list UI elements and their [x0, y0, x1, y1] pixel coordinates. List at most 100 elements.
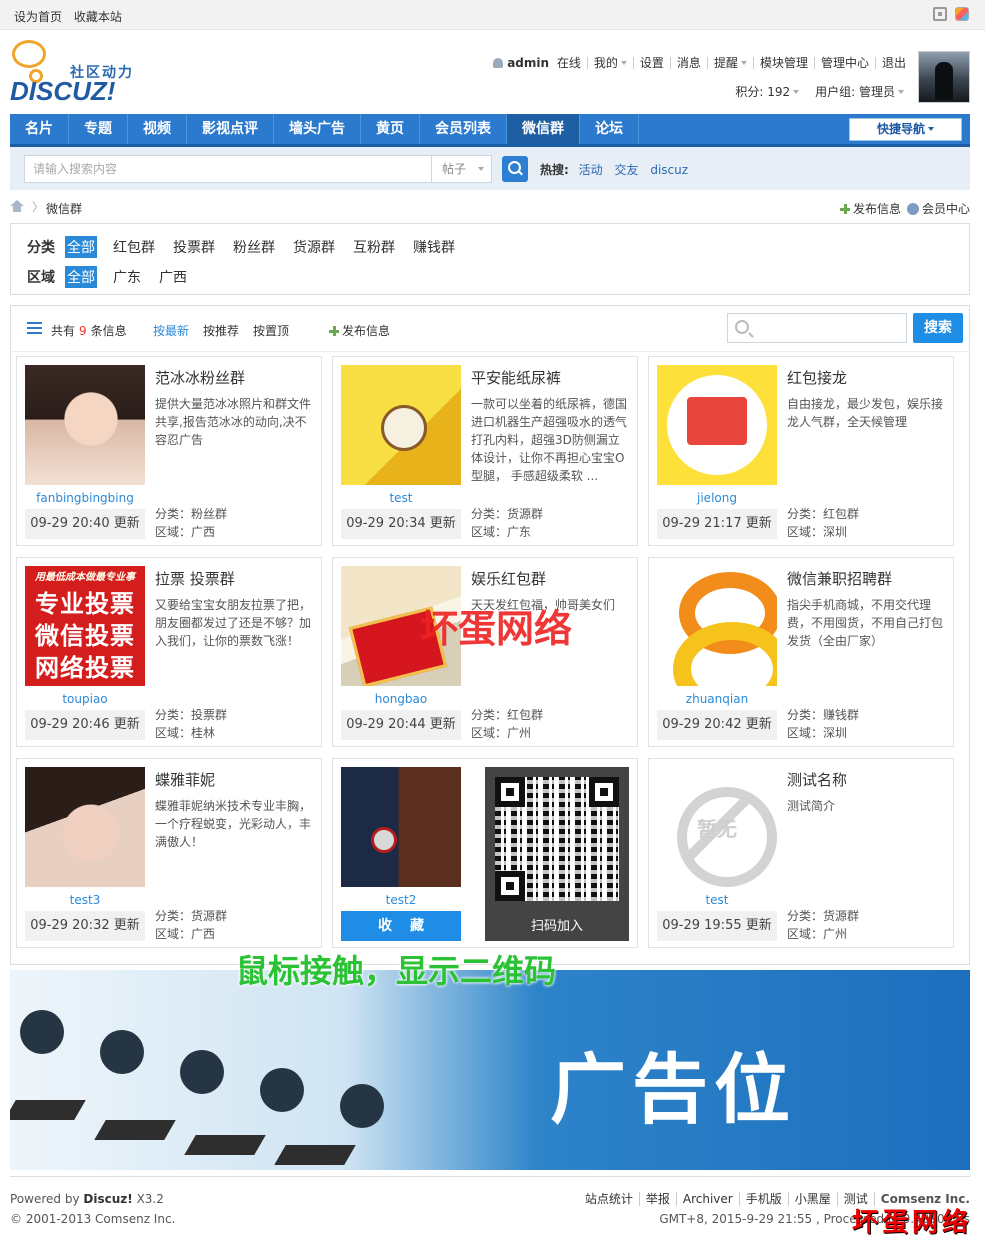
menu-admin-center[interactable]: 管理中心	[813, 57, 875, 69]
group-owner[interactable]: zhuanqian	[657, 692, 777, 706]
group-card[interactable]: 平安能纸尿裤 一款可以坐着的纸尿裤，德国进口机器生产超强吸水的透气打孔内料，超强…	[332, 356, 638, 546]
home-icon[interactable]	[10, 200, 24, 212]
plus-icon	[329, 326, 339, 336]
category-option[interactable]: 赚钱群	[413, 237, 455, 257]
group-owner[interactable]: test3	[25, 893, 145, 907]
site-logo[interactable]: 社区动力 DISCUZ!	[10, 40, 150, 108]
group-owner[interactable]: jielong	[657, 491, 777, 505]
region-option-all[interactable]: 全部	[65, 266, 97, 288]
category-option[interactable]: 投票群	[173, 237, 215, 257]
group-category: 分类：投票群	[155, 708, 228, 722]
nav-item-topic[interactable]: 专题	[69, 114, 128, 144]
listing-search-button[interactable]: 搜索	[913, 313, 963, 343]
group-title[interactable]: 娱乐红包群	[471, 568, 546, 589]
menu-reminders[interactable]: 提醒	[706, 57, 753, 69]
group-thumbnail[interactable]: 暂无	[657, 767, 777, 887]
search-input[interactable]: 请输入搜索内容	[24, 155, 432, 183]
nav-item-forum[interactable]: 论坛	[580, 114, 639, 144]
menu-messages[interactable]: 消息	[669, 57, 707, 69]
set-home-link[interactable]: 设为首页	[14, 10, 62, 24]
fullscreen-icon[interactable]	[933, 7, 947, 21]
footer-link-mobile[interactable]: 手机版	[738, 1192, 788, 1206]
group-card-hover[interactable]: test2 收藏 扫码加入	[332, 758, 638, 948]
category-option[interactable]: 货源群	[293, 237, 335, 257]
group-thumbnail[interactable]	[341, 767, 461, 887]
group-thumbnail[interactable]	[25, 767, 145, 887]
nav-item-card[interactable]: 名片	[10, 114, 69, 144]
group-thumbnail[interactable]	[341, 365, 461, 485]
menu-settings[interactable]: 设置	[632, 57, 670, 69]
member-center-link[interactable]: 会员中心	[906, 200, 970, 217]
nav-item-yellow-pages[interactable]: 黄页	[361, 114, 420, 144]
region-option[interactable]: 广西	[159, 267, 187, 287]
group-owner[interactable]: toupiao	[25, 692, 145, 706]
ad-banner[interactable]: 广告位	[10, 970, 970, 1170]
favorite-button[interactable]: 收藏	[341, 911, 461, 941]
search-button[interactable]	[502, 156, 528, 182]
group-category: 分类：赚钱群	[787, 708, 860, 722]
category-option[interactable]: 红包群	[113, 237, 155, 257]
menu-my[interactable]: 我的	[586, 57, 633, 69]
nav-item-review[interactable]: 影视点评	[187, 114, 274, 144]
region-option[interactable]: 广东	[113, 267, 141, 287]
group-title[interactable]: 范冰冰粉丝群	[155, 367, 245, 388]
listing-search-input[interactable]	[727, 313, 907, 343]
sort-recommended[interactable]: 按推荐	[203, 322, 239, 339]
qr-code-popup[interactable]: 扫码加入	[485, 767, 629, 941]
theme-color-icon[interactable]	[955, 7, 969, 21]
online-status[interactable]: 在线	[553, 56, 581, 70]
group-category: 分类：货源群	[155, 909, 228, 923]
sort-pinned[interactable]: 按置顶	[253, 322, 289, 339]
footer-link-report[interactable]: 举报	[638, 1192, 676, 1206]
group-title[interactable]: 红包接龙	[787, 367, 847, 388]
group-title[interactable]: 拉票 投票群	[155, 568, 235, 589]
username-link[interactable]: admin	[507, 56, 549, 70]
search-type-select[interactable]: 帖子	[432, 155, 492, 183]
group-thumbnail[interactable]	[657, 365, 777, 485]
group-thumbnail[interactable]	[657, 566, 777, 686]
bookmark-link[interactable]: 收藏本站	[74, 10, 122, 24]
group-card[interactable]: 暂无 测试名称 测试简介 test 09-29 19:55 更新 分类：货源群 …	[648, 758, 954, 948]
group-owner[interactable]: test	[341, 491, 461, 505]
group-card[interactable]: 红包接龙 自由接龙，最少发包，娱乐接龙人气群，全天候管理 jielong 09-…	[648, 356, 954, 546]
nav-item-video[interactable]: 视频	[128, 114, 187, 144]
avatar[interactable]	[918, 51, 970, 103]
chevron-down-icon	[740, 61, 747, 65]
group-card[interactable]: 范冰冰粉丝群 提供大量范冰冰照片和群文件共享,报告范冰冰的动向,决不容忍广告 f…	[16, 356, 322, 546]
group-title[interactable]: 蝶雅菲妮	[155, 769, 215, 790]
hot-word[interactable]: discuz	[650, 163, 688, 177]
group-card[interactable]: 蝶雅菲妮 蝶雅菲妮纳米技术专业丰胸，一个疗程蜕变，光彩动人，丰满傲人！ test…	[16, 758, 322, 948]
hot-word[interactable]: 交友	[614, 163, 638, 177]
group-card[interactable]: 微信兼职招聘群 指尖手机商城，不用交代理费，不用囤货，不用自己打包发货（全由厂家…	[648, 557, 954, 747]
footer-link-blackroom[interactable]: 小黑屋	[787, 1192, 837, 1206]
nav-item-wall-ads[interactable]: 墙头广告	[274, 114, 361, 144]
category-option[interactable]: 粉丝群	[233, 237, 275, 257]
quick-nav-button[interactable]: 快捷导航	[849, 118, 962, 141]
category-option-all[interactable]: 全部	[65, 236, 97, 258]
group-thumbnail[interactable]: 用最低成本做最专业事 专业投票 微信投票 网络投票	[25, 566, 145, 686]
group-category: 分类：粉丝群	[155, 507, 228, 521]
hot-word[interactable]: 活动	[579, 163, 603, 177]
group-owner[interactable]: test	[657, 893, 777, 907]
group-owner[interactable]: hongbao	[341, 692, 461, 706]
category-option[interactable]: 互粉群	[353, 237, 395, 257]
nav-item-members[interactable]: 会员列表	[420, 114, 507, 144]
publish-link[interactable]: 发布信息	[839, 200, 901, 217]
group-title[interactable]: 微信兼职招聘群	[787, 568, 892, 589]
group-title[interactable]: 平安能纸尿裤	[471, 367, 561, 388]
sort-latest[interactable]: 按最新	[153, 322, 189, 339]
points-link[interactable]: 积分: 192	[727, 83, 807, 100]
group-title[interactable]: 测试名称	[787, 769, 847, 790]
breadcrumb-current[interactable]: 微信群	[46, 200, 82, 217]
menu-logout[interactable]: 退出	[874, 57, 912, 69]
group-thumbnail[interactable]	[25, 365, 145, 485]
nav-item-wechat-groups[interactable]: 微信群	[507, 114, 580, 144]
footer-link-archiver[interactable]: Archiver	[675, 1192, 739, 1206]
footer-link-stats[interactable]: 站点统计	[579, 1192, 639, 1206]
publish-info-link[interactable]: 发布信息	[329, 322, 390, 339]
group-owner[interactable]: test2	[341, 893, 461, 907]
group-owner[interactable]: fanbingbingbing	[25, 491, 145, 505]
group-card[interactable]: 用最低成本做最专业事 专业投票 微信投票 网络投票 拉票 投票群 又要给宝宝女朋…	[16, 557, 322, 747]
menu-module-admin[interactable]: 模块管理	[752, 57, 814, 69]
user-group-link[interactable]: 用户组: 管理员	[807, 83, 912, 100]
